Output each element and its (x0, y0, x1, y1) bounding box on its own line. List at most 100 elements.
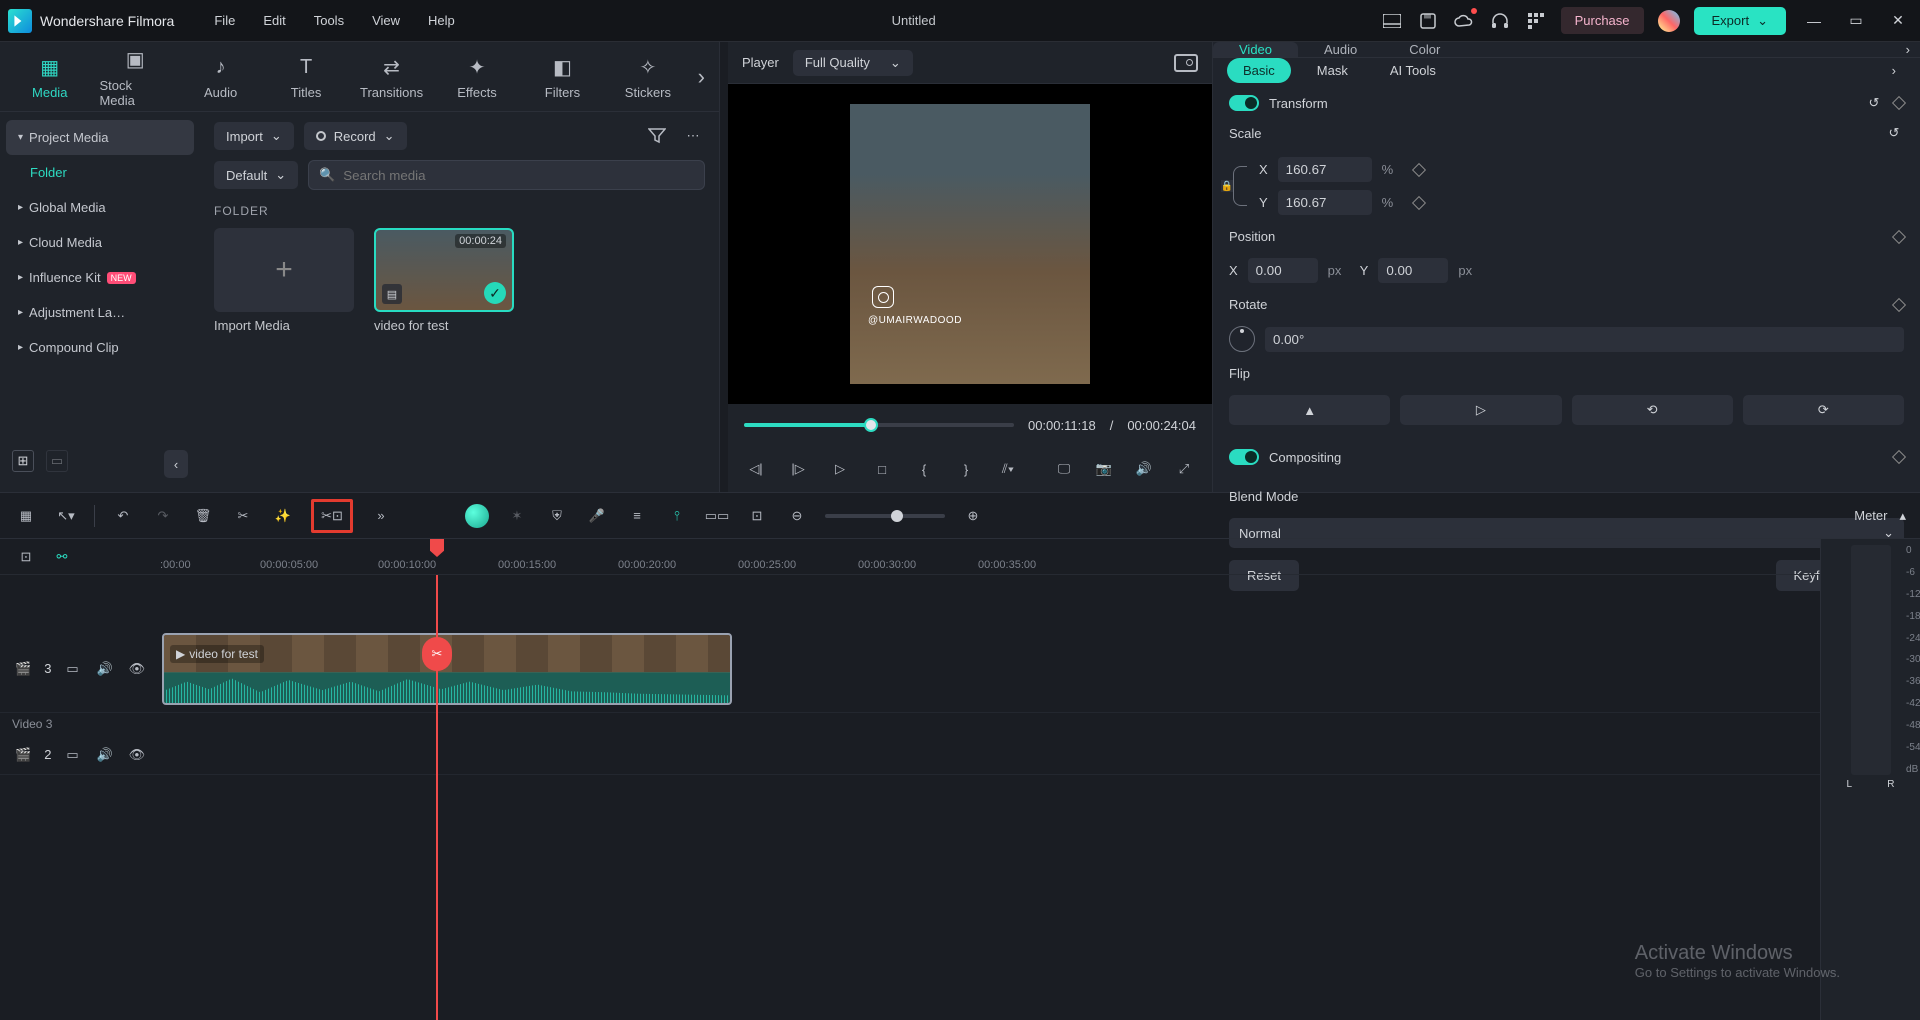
new-folder-icon[interactable]: ⊞ (12, 450, 34, 472)
folder-icon[interactable]: ▭ (61, 743, 83, 767)
subtab-mask[interactable]: Mask (1301, 58, 1364, 83)
filter-icon[interactable] (645, 124, 669, 148)
keyframe-icon[interactable] (1412, 195, 1426, 209)
zoom-out-icon[interactable]: ⊖ (785, 504, 809, 528)
reset-icon[interactable]: ↺ (1864, 93, 1884, 113)
folder-icon[interactable]: ▭ (61, 657, 83, 681)
purchase-button[interactable]: Purchase (1561, 7, 1644, 34)
tab-filters[interactable]: ◧Filters (527, 53, 598, 100)
close-button[interactable]: ✕ (1884, 12, 1912, 29)
sparkle-icon[interactable]: ✶ (505, 504, 529, 528)
folder-icon[interactable]: ▭ (46, 450, 68, 472)
redo-icon[interactable]: ↷ (151, 504, 175, 528)
grid-icon[interactable]: ▦ (14, 504, 38, 528)
rotate-input[interactable] (1265, 327, 1904, 352)
delete-icon[interactable]: 🗑 (191, 504, 215, 528)
subtab-basic[interactable]: Basic (1227, 58, 1291, 83)
scrub-track[interactable] (744, 423, 1014, 427)
tab-color[interactable]: Color (1383, 42, 1466, 57)
tab-transitions[interactable]: ⇄Transitions (356, 53, 427, 100)
quality-dropdown[interactable]: Full Quality⌄ (793, 50, 913, 76)
minimize-button[interactable]: ― (1800, 13, 1828, 29)
menu-help[interactable]: Help (428, 13, 455, 28)
collapse-tree-button[interactable]: ‹ (164, 450, 188, 478)
keyframe-icon[interactable] (1892, 96, 1906, 110)
tab-audio[interactable]: ♪Audio (185, 53, 256, 100)
timeline-menu-icon[interactable]: ⊡ (14, 545, 38, 569)
camera-icon[interactable]: 📷 (1092, 457, 1116, 481)
apps-icon[interactable] (1525, 10, 1547, 32)
tab-stock-media[interactable]: ▣Stock Media (99, 46, 170, 108)
prev-frame-icon[interactable]: ◁| (744, 457, 768, 481)
crop-button[interactable]: ✂⊡ (311, 499, 353, 533)
fullscreen-icon[interactable]: ⤢ (1172, 457, 1196, 481)
split-icon[interactable]: ✂ (231, 504, 255, 528)
zoom-knob[interactable] (891, 510, 903, 522)
tree-project-media[interactable]: ▾Project Media (6, 120, 194, 155)
keyframe-icon[interactable] (1892, 229, 1906, 243)
zoom-slider[interactable] (825, 514, 945, 518)
cloud-icon[interactable] (1453, 10, 1475, 32)
pos-y-input[interactable] (1378, 258, 1448, 283)
tab-effects[interactable]: ✦Effects (441, 53, 512, 100)
search-input[interactable] (343, 168, 694, 183)
ai-button[interactable] (465, 504, 489, 528)
rotate-dial[interactable] (1229, 326, 1255, 352)
visible-icon[interactable]: 👁 (126, 743, 148, 767)
more-tabs-icon[interactable]: › (698, 64, 705, 90)
next-frame-icon[interactable]: |▷ (786, 457, 810, 481)
menu-tools[interactable]: Tools (314, 13, 344, 28)
headphones-icon[interactable] (1489, 10, 1511, 32)
flip-horizontal-button[interactable]: ▲ (1229, 395, 1390, 425)
tab-video[interactable]: Video (1213, 42, 1298, 57)
export-button[interactable]: Export⌄ (1694, 7, 1786, 35)
visible-icon[interactable]: 👁 (126, 657, 148, 681)
keyframe-icon[interactable] (1892, 450, 1906, 464)
play-icon[interactable]: ▷ (828, 457, 852, 481)
display-icon[interactable]: 🖵 (1052, 457, 1076, 481)
media-clip-tile[interactable]: 00:00:24 ▤ ✓ video for test (374, 228, 514, 333)
more-tools-icon[interactable]: » (369, 504, 393, 528)
record-dropdown[interactable]: Record⌄ (304, 122, 407, 150)
pos-x-input[interactable] (1248, 258, 1318, 283)
playhead[interactable]: ✂ (436, 575, 438, 1020)
tree-global-media[interactable]: ▸Global Media (6, 190, 194, 225)
stop-icon[interactable]: □ (870, 457, 894, 481)
layout-icon[interactable] (1381, 10, 1403, 32)
scale-x-input[interactable] (1278, 157, 1372, 182)
import-dropdown[interactable]: Import⌄ (214, 122, 294, 150)
keyframe-icon[interactable] (1892, 297, 1906, 311)
marker-icon[interactable]: ⫯ (665, 504, 689, 528)
tab-stickers[interactable]: ✧Stickers (612, 53, 683, 100)
video-track-icon[interactable]: 🎬 (12, 743, 34, 767)
tab-titles[interactable]: TTitles (270, 53, 341, 100)
mute-icon[interactable]: 🔊 (94, 657, 116, 681)
keyframe-icon[interactable] (1412, 162, 1426, 176)
avatar[interactable] (1658, 10, 1680, 32)
list-icon[interactable]: ≡ (625, 504, 649, 528)
video-track-icon[interactable]: 🎬 (12, 657, 34, 681)
import-media-tile[interactable]: + Import Media (214, 228, 354, 333)
split-handle-icon[interactable]: ✂ (422, 637, 452, 671)
save-icon[interactable] (1417, 10, 1439, 32)
mic-icon[interactable]: 🎤 (585, 504, 609, 528)
fit-icon[interactable]: ⊡ (745, 504, 769, 528)
maximize-button[interactable]: ▭ (1842, 12, 1870, 29)
cursor-icon[interactable]: ↖▾ (54, 504, 78, 528)
tab-audio-inspector[interactable]: Audio (1298, 42, 1383, 57)
subtab-more-icon[interactable]: › (1882, 63, 1906, 78)
shield-icon[interactable]: ⛨ (545, 504, 569, 528)
tree-compound-clip[interactable]: ▸Compound Clip (6, 330, 194, 365)
subtab-ai-tools[interactable]: AI Tools (1374, 58, 1452, 83)
undo-icon[interactable]: ↶ (111, 504, 135, 528)
scale-y-input[interactable] (1278, 190, 1372, 215)
search-box[interactable]: 🔍 (308, 160, 705, 190)
tab-media[interactable]: ▦Media (14, 53, 85, 100)
reset-icon[interactable]: ↺ (1884, 123, 1904, 143)
transform-toggle[interactable] (1229, 95, 1259, 111)
mark-in-icon[interactable]: { (912, 457, 936, 481)
compositing-toggle[interactable] (1229, 449, 1259, 465)
mute-icon[interactable]: 🔊 (94, 743, 116, 767)
flip-vertical-button[interactable]: ▷ (1400, 395, 1561, 425)
menu-view[interactable]: View (372, 13, 400, 28)
